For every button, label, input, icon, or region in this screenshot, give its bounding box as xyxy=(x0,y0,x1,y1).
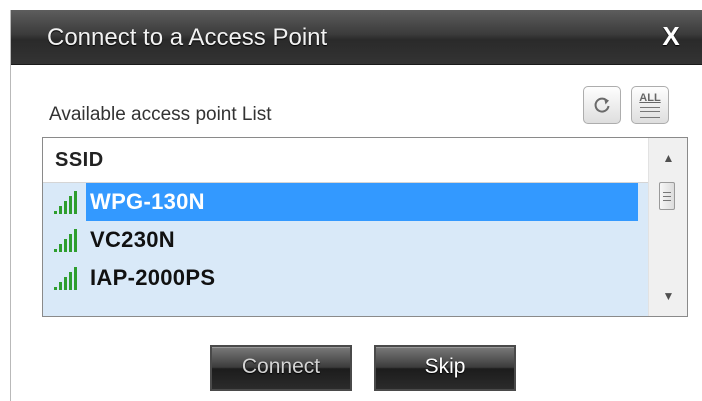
title-bar: Connect to a Access Point X xyxy=(11,10,702,65)
scroll-up-arrow[interactable]: ▲ xyxy=(649,146,687,170)
skip-button[interactable]: Skip xyxy=(374,345,516,391)
list-item[interactable]: WPG-130N xyxy=(43,183,648,221)
list-item[interactable]: VC230N xyxy=(43,221,648,259)
ssid-column-header[interactable]: SSID xyxy=(43,138,648,183)
access-point-list[interactable]: SSID WPG-130N VC230N IAP-2000PS ▲ ▼ xyxy=(42,137,688,317)
list-item[interactable] xyxy=(43,297,648,317)
select-all-icon: ALL xyxy=(639,92,661,104)
dialog-title: Connect to a Access Point xyxy=(47,24,328,51)
ssid-label: VC230N xyxy=(90,227,175,252)
signal-strength-icon xyxy=(54,229,77,252)
list-caption: Available access point List xyxy=(49,104,272,125)
scroll-down-arrow[interactable]: ▼ xyxy=(649,284,687,308)
refresh-button[interactable] xyxy=(583,86,621,124)
signal-strength-icon xyxy=(54,191,77,214)
signal-strength-icon xyxy=(53,301,87,317)
ssid-label: IAP-2000PS xyxy=(90,265,216,290)
select-all-button[interactable]: ALL xyxy=(631,86,669,124)
ssid-header-label: SSID xyxy=(55,149,104,171)
close-button[interactable]: X xyxy=(657,22,685,50)
list-rows: WPG-130N VC230N IAP-2000PS xyxy=(43,183,648,317)
connect-button[interactable]: Connect xyxy=(210,345,352,391)
scroll-thumb[interactable] xyxy=(659,182,675,210)
connect-access-point-dialog: Connect to a Access Point X Available ac… xyxy=(10,10,702,401)
vertical-scrollbar[interactable]: ▲ ▼ xyxy=(648,138,687,316)
signal-strength-icon xyxy=(54,267,77,290)
list-lines-icon xyxy=(640,107,660,118)
close-icon: X xyxy=(662,21,680,51)
ssid-label: WPG-130N xyxy=(90,189,205,214)
list-item[interactable]: IAP-2000PS xyxy=(43,259,648,297)
refresh-icon xyxy=(594,97,610,113)
